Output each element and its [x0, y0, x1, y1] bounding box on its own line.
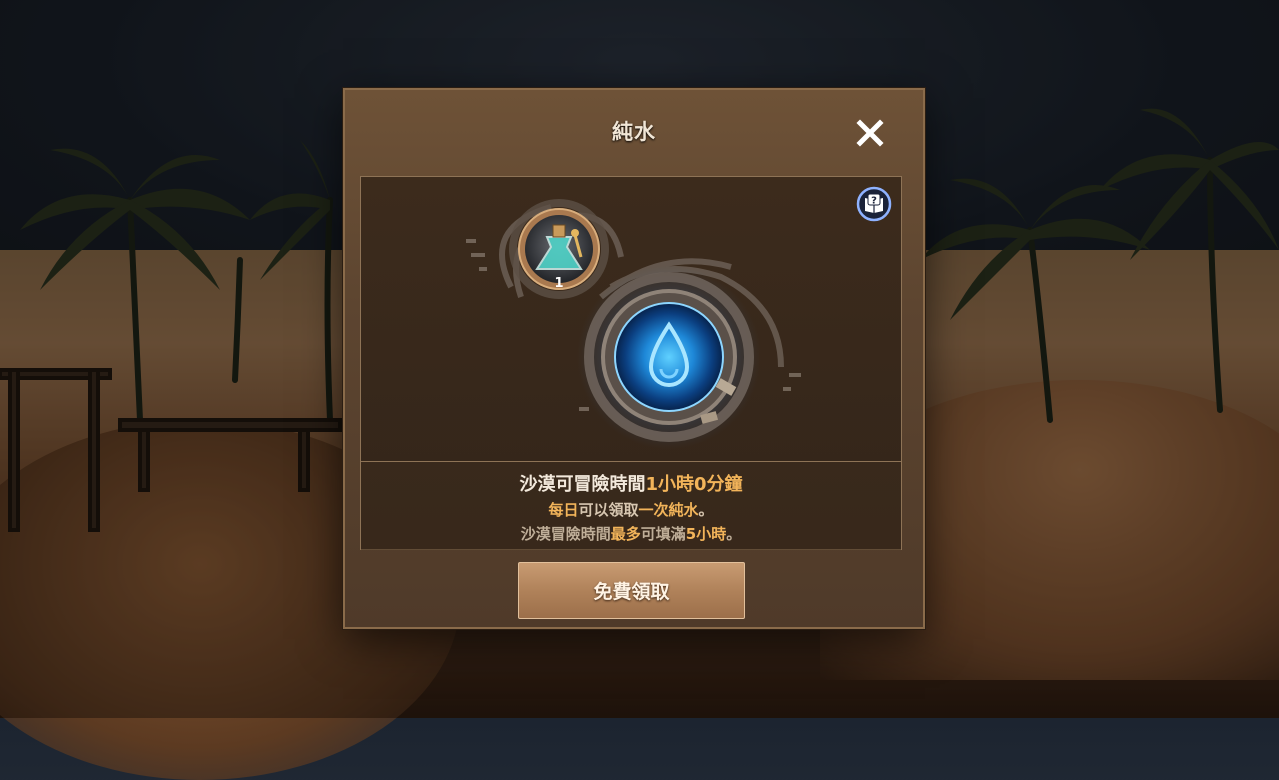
dialog-title: 純水: [612, 120, 656, 144]
water-drop-emblem: [577, 265, 761, 449]
water-potion-icon: 1: [509, 199, 609, 299]
content-panel: 1 ? 沙漠可冒險時間1小時0分鐘 每日可以領取一次純水。 沙漠冒險時間最多可填…: [360, 176, 902, 550]
fill-text: 可填滿: [640, 525, 686, 543]
max-text: 最多: [610, 525, 641, 543]
help-guide-button[interactable]: ?: [856, 186, 892, 222]
period: 。: [698, 501, 714, 519]
adventure-time-value: 1小時0分鐘: [645, 474, 743, 495]
info-area: 沙漠可冒險時間1小時0分鐘 每日可以領取一次純水。 沙漠冒險時間最多可填滿5小時…: [361, 461, 901, 550]
claim-text: 可以領取: [578, 501, 639, 519]
adventure-time-label: 沙漠可冒險時間: [519, 474, 646, 495]
daily-claim-line: 每日可以領取一次純水。: [361, 499, 901, 520]
max-time-label: 沙漠冒險時間: [520, 525, 611, 543]
pure-water-dialog: 純水 1 ? 沙漠可冒險時間1小時0分鐘 每日可以領取一次純水。 沙漠冒險時間最…: [343, 88, 925, 629]
max-time-line: 沙漠冒險時間最多可填滿5小時。: [361, 523, 901, 544]
close-button[interactable]: [851, 114, 889, 152]
svg-text:?: ?: [871, 196, 877, 207]
help-book-icon: ?: [856, 186, 892, 222]
item-count: 1: [554, 276, 563, 291]
once-water-text: 一次純水: [638, 501, 699, 519]
adventure-time-line: 沙漠可冒險時間1小時0分鐘: [361, 470, 901, 496]
free-claim-button[interactable]: 免費領取: [518, 562, 745, 619]
water-artwork: 1: [466, 199, 801, 449]
close-icon: [856, 119, 884, 147]
daily-text: 每日: [548, 501, 579, 519]
period: 。: [726, 525, 742, 543]
five-hours-text: 5小時: [685, 525, 727, 543]
